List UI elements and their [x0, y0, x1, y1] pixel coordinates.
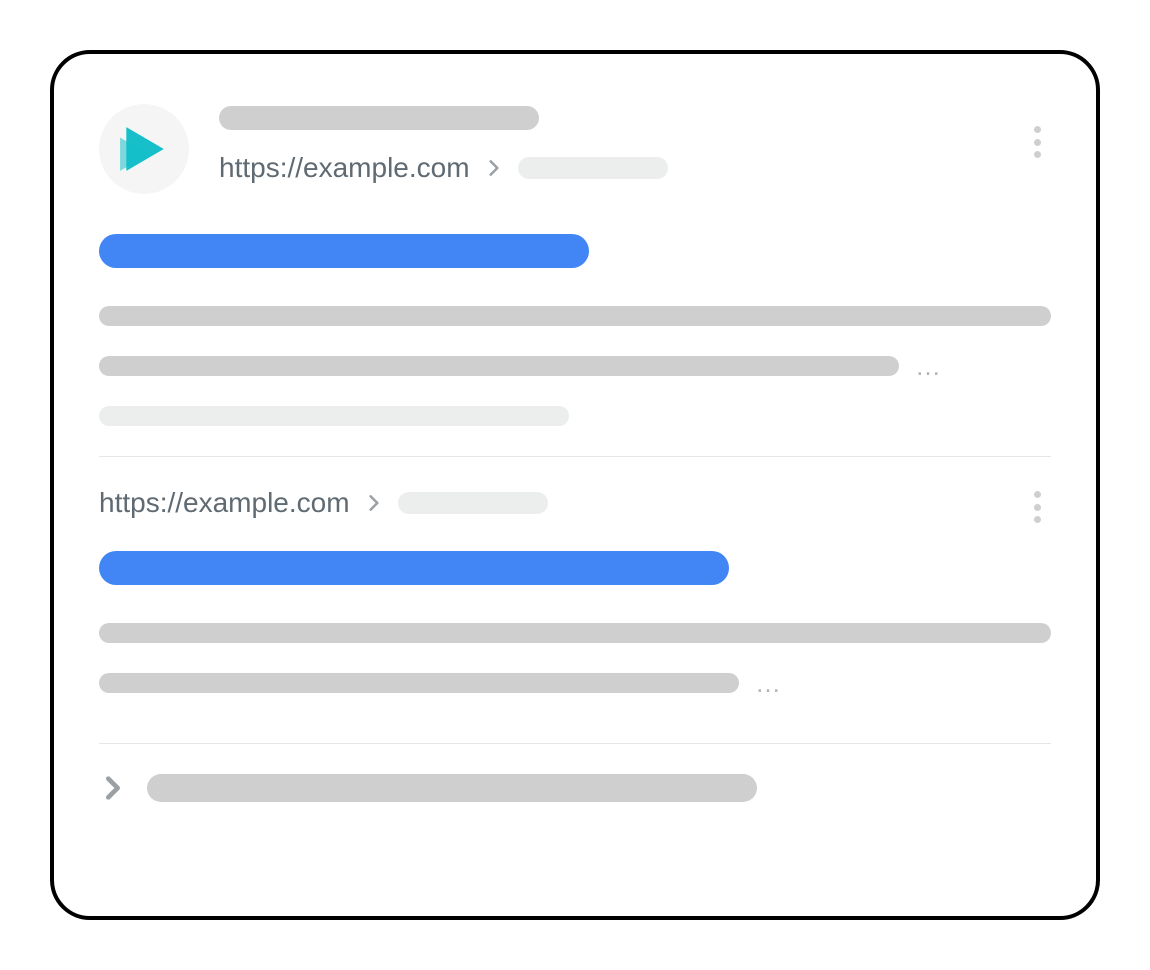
teal-triangle-icon — [118, 123, 170, 175]
chevron-right-icon — [99, 774, 127, 802]
site-favicon — [99, 104, 189, 194]
result-url: https://example.com — [219, 152, 470, 184]
site-info: https://example.com — [219, 104, 1051, 184]
search-result-card: https://example.com … https://example.co… — [50, 50, 1100, 920]
snippet-line — [99, 356, 899, 376]
breadcrumb-path-placeholder — [398, 492, 548, 514]
kebab-dot-icon — [1034, 491, 1041, 498]
kebab-dot-icon — [1034, 139, 1041, 146]
result-divider — [99, 743, 1051, 744]
result-header: https://example.com — [99, 104, 1051, 194]
snippet-line — [99, 306, 1051, 326]
site-name-placeholder — [219, 106, 539, 130]
ellipsis-icon: … — [755, 678, 783, 688]
chevron-right-icon — [364, 493, 384, 513]
chevron-right-icon — [484, 158, 504, 178]
kebab-dot-icon — [1034, 516, 1041, 523]
breadcrumb[interactable]: https://example.com — [99, 487, 548, 519]
kebab-dot-icon — [1034, 151, 1041, 158]
sub-result-header: https://example.com — [99, 487, 1051, 519]
kebab-dot-icon — [1034, 126, 1041, 133]
more-options-button[interactable] — [1023, 122, 1051, 162]
snippet-line — [99, 623, 1051, 643]
snippet-meta-placeholder — [99, 406, 569, 426]
result-url: https://example.com — [99, 487, 350, 519]
ellipsis-icon: … — [915, 361, 943, 371]
result-divider — [99, 456, 1051, 457]
breadcrumb-path-placeholder — [518, 157, 668, 179]
sitelink-row[interactable] — [99, 774, 1051, 802]
kebab-dot-icon — [1034, 504, 1041, 511]
snippet-line — [99, 673, 739, 693]
breadcrumb[interactable]: https://example.com — [219, 152, 1051, 184]
sitelink-placeholder — [147, 774, 757, 802]
result-title-link[interactable] — [99, 551, 729, 585]
result-title-link[interactable] — [99, 234, 589, 268]
more-options-button[interactable] — [1023, 487, 1051, 527]
